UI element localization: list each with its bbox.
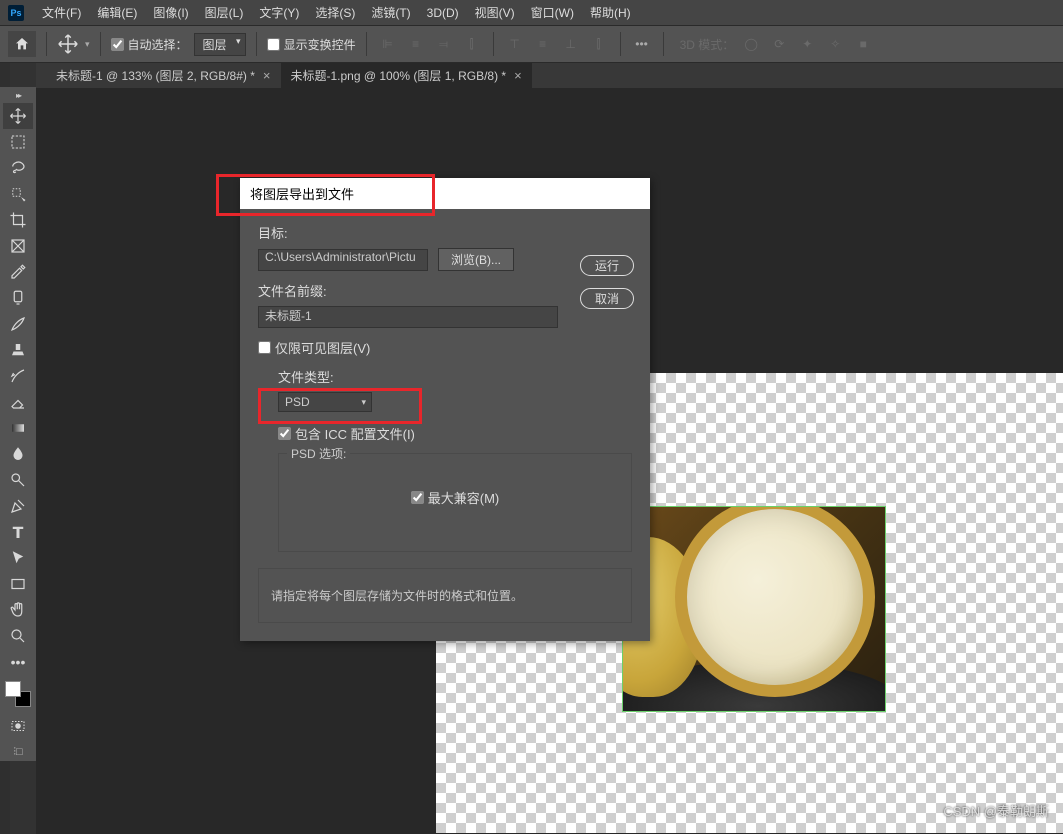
menu-filter[interactable]: 滤镜(T): [363, 4, 418, 21]
move-tool[interactable]: [3, 103, 33, 129]
menubar: Ps 文件(F) 编辑(E) 图像(I) 图层(L) 文字(Y) 选择(S) 滤…: [0, 0, 1063, 25]
3d-pan-icon: ✦: [796, 33, 818, 55]
show-transform-checkbox[interactable]: 显示变换控件: [267, 36, 356, 53]
cancel-button[interactable]: 取消: [580, 288, 634, 309]
menu-edit[interactable]: 编辑(E): [89, 4, 145, 21]
file-type-dropdown[interactable]: PSD: [278, 392, 372, 412]
auto-select-dropdown[interactable]: 图层: [194, 33, 246, 56]
eyedropper-tool[interactable]: [3, 259, 33, 285]
max-compat-checkbox[interactable]: 最大兼容(M): [411, 488, 500, 507]
psd-options-legend: PSD 选项:: [287, 445, 350, 462]
menu-image[interactable]: 图像(I): [145, 4, 196, 21]
app-logo: Ps: [8, 5, 24, 21]
history-brush-tool[interactable]: [3, 363, 33, 389]
document-tabs: 未标题-1 @ 133% (图层 2, RGB/8#) *× 未标题-1.png…: [36, 63, 1063, 88]
menu-file[interactable]: 文件(F): [34, 4, 89, 21]
tab-doc-2[interactable]: 未标题-1.png @ 100% (图层 1, RGB/8) *×: [281, 63, 532, 88]
3d-roll-icon: ⟳: [768, 33, 790, 55]
quick-select-tool[interactable]: [3, 181, 33, 207]
path-select-tool[interactable]: [3, 545, 33, 571]
brush-tool[interactable]: [3, 311, 33, 337]
options-bar: ▾ 自动选择： 图层 显示变换控件 ⊫ ≡ ⫤ ⫿ ⊤ ≡ ⊥ ⫿ ••• 3D…: [0, 25, 1063, 63]
quick-mask-tool[interactable]: [3, 713, 33, 739]
dodge-tool[interactable]: [3, 467, 33, 493]
watermark: CSDN @泰勒朗斯: [943, 801, 1049, 820]
align-center-v-icon: ≡: [532, 33, 554, 55]
collapse-icon[interactable]: ▸▸: [3, 89, 33, 101]
frame-tool[interactable]: [3, 233, 33, 259]
psd-options-group: PSD 选项: 最大兼容(M): [278, 453, 632, 552]
destination-label: 目标:: [258, 223, 632, 242]
3d-mode-label: 3D 模式：: [680, 36, 735, 53]
zoom-tool[interactable]: [3, 623, 33, 649]
distribute-v-icon: ⫿: [588, 33, 610, 55]
align-top-icon: ⊤: [504, 33, 526, 55]
rectangle-tool[interactable]: [3, 571, 33, 597]
dialog-title: 将图层导出到文件: [240, 178, 650, 209]
prefix-input[interactable]: 未标题-1: [258, 306, 558, 328]
pear-image: [623, 507, 885, 711]
tab-doc-1[interactable]: 未标题-1 @ 133% (图层 2, RGB/8#) *×: [46, 63, 281, 88]
menu-select[interactable]: 选择(S): [307, 4, 363, 21]
tools-panel: ▸▸ ••• ⫶□: [0, 87, 36, 761]
align-right-icon: ⫤: [433, 33, 455, 55]
menu-window[interactable]: 窗口(W): [523, 4, 582, 21]
distribute-h-icon: ⫿: [461, 33, 483, 55]
3d-camera-icon: ■: [852, 33, 874, 55]
hand-tool[interactable]: [3, 597, 33, 623]
include-icc-checkbox[interactable]: 包含 ICC 配置文件(I): [278, 424, 632, 443]
color-swatch[interactable]: [5, 681, 31, 707]
run-button[interactable]: 运行: [580, 255, 634, 276]
auto-select-checkbox[interactable]: 自动选择：: [111, 36, 188, 53]
3d-orbit-icon: ◯: [740, 33, 762, 55]
edit-toolbar-icon[interactable]: ⫶□: [6, 743, 30, 761]
align-left-icon: ⊫: [377, 33, 399, 55]
crop-tool[interactable]: [3, 207, 33, 233]
pen-tool[interactable]: [3, 493, 33, 519]
browse-button[interactable]: 浏览(B)...: [438, 248, 514, 271]
eraser-tool[interactable]: [3, 389, 33, 415]
export-layers-dialog: 将图层导出到文件 运行 取消 目标: C:\Users\Administrato…: [240, 178, 650, 641]
gradient-tool[interactable]: [3, 415, 33, 441]
menu-type[interactable]: 文字(Y): [251, 4, 307, 21]
3d-slide-icon: ✧: [824, 33, 846, 55]
menu-help[interactable]: 帮助(H): [582, 4, 639, 21]
blur-tool[interactable]: [3, 441, 33, 467]
destination-input[interactable]: C:\Users\Administrator\Pictu: [258, 249, 428, 271]
healing-brush-tool[interactable]: [3, 285, 33, 311]
align-center-h-icon: ≡: [405, 33, 427, 55]
more-tools[interactable]: •••: [3, 649, 33, 675]
menu-view[interactable]: 视图(V): [467, 4, 523, 21]
type-tool[interactable]: [3, 519, 33, 545]
lasso-tool[interactable]: [3, 155, 33, 181]
prefix-label: 文件名前缀:: [258, 281, 632, 300]
clone-stamp-tool[interactable]: [3, 337, 33, 363]
visible-only-checkbox[interactable]: 仅限可见图层(V): [258, 338, 632, 357]
file-type-label: 文件类型:: [278, 367, 632, 386]
menu-3d[interactable]: 3D(D): [419, 6, 467, 20]
close-icon[interactable]: ×: [263, 68, 271, 83]
close-icon[interactable]: ×: [514, 68, 522, 83]
hint-text: 请指定将每个图层存储为文件时的格式和位置。: [258, 568, 632, 623]
home-button[interactable]: [8, 31, 36, 57]
menu-layer[interactable]: 图层(L): [197, 4, 252, 21]
layer-selection-frame[interactable]: [622, 506, 886, 712]
move-tool-icon[interactable]: [57, 33, 79, 55]
align-bottom-icon: ⊥: [560, 33, 582, 55]
more-options-icon[interactable]: •••: [631, 33, 653, 55]
marquee-tool[interactable]: [3, 129, 33, 155]
